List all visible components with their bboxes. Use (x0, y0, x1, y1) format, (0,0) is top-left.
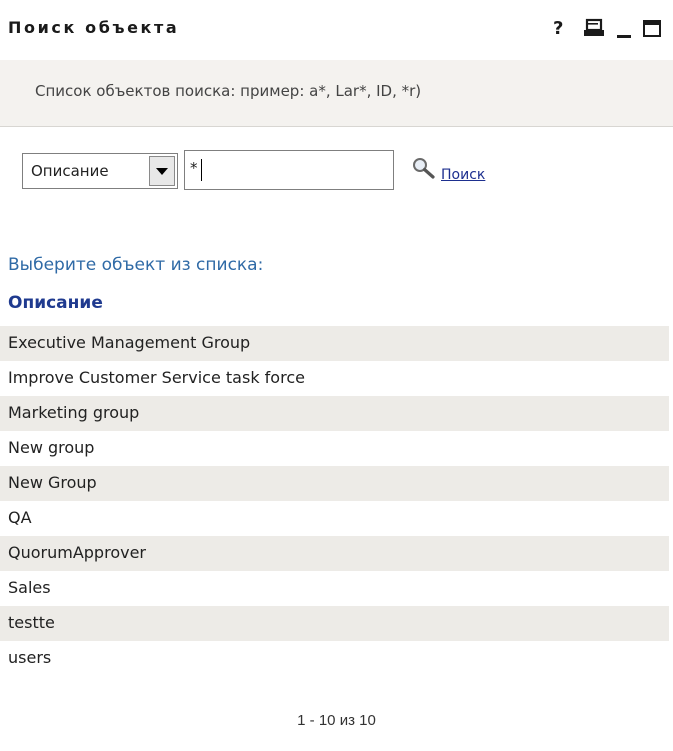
list-item-label: testte (8, 613, 55, 632)
list-item[interactable]: QA (0, 501, 673, 536)
text-caret (201, 159, 202, 181)
list-item[interactable]: New Group (0, 466, 669, 501)
minimize-icon[interactable] (615, 18, 633, 40)
pagination-status: 1 - 10 из 10 (297, 712, 376, 729)
list-item[interactable]: Executive Management Group (0, 326, 669, 361)
search-attribute-select[interactable]: Описание (22, 153, 178, 189)
list-item-label: users (8, 648, 52, 667)
help-icon[interactable]: ? (553, 18, 569, 40)
list-item[interactable]: testte (0, 606, 669, 641)
print-icon[interactable] (583, 18, 605, 40)
window-titlebar: Поиск объекта ? (0, 0, 673, 60)
results-list: Executive Management Group Improve Custo… (0, 326, 673, 676)
magnifier-icon[interactable] (411, 156, 437, 182)
search-input[interactable]: * (184, 150, 394, 190)
list-item[interactable]: Marketing group (0, 396, 669, 431)
dropdown-button[interactable] (149, 156, 175, 186)
list-item-label: New group (8, 438, 95, 457)
list-item[interactable]: users (0, 641, 673, 676)
instruction-panel: Список объектов поиска: пример: a*, Lar*… (0, 60, 673, 127)
search-input-value: * (190, 159, 198, 177)
search-attribute-value: Описание (31, 162, 109, 180)
list-item-label: Improve Customer Service task force (8, 368, 305, 387)
maximize-icon[interactable] (642, 18, 662, 40)
chevron-down-icon (156, 168, 168, 175)
list-item-label: Marketing group (8, 403, 140, 422)
instruction-text: Список объектов поиска: пример: a*, Lar*… (35, 82, 422, 100)
list-item-label: Sales (8, 578, 51, 597)
list-item[interactable]: Sales (0, 571, 673, 606)
list-item-label: New Group (8, 473, 97, 492)
list-item[interactable]: QuorumApprover (0, 536, 669, 571)
list-item-label: QA (8, 508, 32, 527)
window-title: Поиск объекта (8, 18, 180, 37)
list-item-label: QuorumApprover (8, 543, 146, 562)
results-heading: Выберите объект из списка: (8, 255, 264, 275)
list-item[interactable]: Improve Customer Service task force (0, 361, 673, 396)
column-header-description[interactable]: Описание (8, 293, 103, 313)
search-button[interactable]: Поиск (441, 167, 485, 183)
list-item-label: Executive Management Group (8, 333, 251, 352)
list-item[interactable]: New group (0, 431, 673, 466)
